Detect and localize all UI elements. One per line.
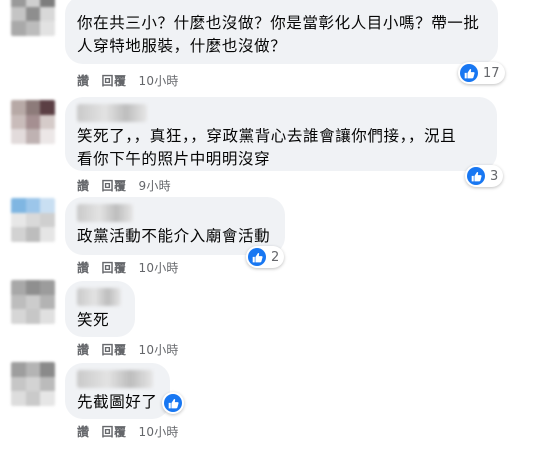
comment-text: 你在共三小？什麼也沒做？你是當彰化人目小嗎？帶一批 人穿特地服裝，什麼也沒做？ [77,14,480,55]
comment-bubble: 你在共三小？什麼也沒做？你是當彰化人目小嗎？帶一批 人穿特地服裝，什麼也沒做？ [65,0,498,64]
avatar[interactable] [11,198,55,242]
comment-thread: 你在共三小？什麼也沒做？你是當彰化人目小嗎？帶一批 人穿特地服裝，什麼也沒做？ … [0,0,560,450]
like-count: 3 [490,168,499,184]
avatar[interactable] [11,362,55,406]
like-button[interactable]: 讚 [77,259,90,276]
comment-actions: 讚 回覆 9小時 [77,177,171,193]
like-button[interactable]: 讚 [77,423,90,440]
comment-actions: 讚 回覆 10小時 [77,72,179,88]
like-thumb-icon [248,248,266,266]
like-thumb-icon [164,394,182,412]
commenter-name[interactable] [77,104,147,122]
like-button[interactable]: 讚 [77,177,90,194]
comment-text: 笑死 [77,311,110,329]
comment-actions: 讚 回覆 10小時 [77,259,179,275]
avatar[interactable] [11,0,55,36]
reply-button[interactable]: 回覆 [102,72,127,89]
comment-text: 先截圖好了 [77,393,158,411]
avatar[interactable] [11,100,55,144]
like-button[interactable]: 讚 [77,341,90,358]
avatar[interactable] [11,280,55,324]
timestamp[interactable]: 10小時 [139,423,179,440]
like-thumb-icon [460,64,478,82]
like-count: 17 [483,65,500,81]
reaction-summary[interactable]: 17 [458,62,505,84]
comment-text: 政黨活動不能介入廟會活動 [77,227,271,245]
timestamp[interactable]: 10小時 [139,341,179,358]
commenter-name[interactable] [77,204,133,222]
like-count: 2 [271,249,280,265]
comment-actions: 讚 回覆 10小時 [77,423,179,439]
timestamp[interactable]: 9小時 [139,177,171,194]
reply-button[interactable]: 回覆 [102,423,127,440]
timestamp[interactable]: 10小時 [139,72,179,89]
commenter-name[interactable] [77,370,153,388]
like-button[interactable]: 讚 [77,72,90,89]
timestamp[interactable]: 10小時 [139,259,179,276]
reaction-summary[interactable]: 3 [465,165,504,187]
reply-button[interactable]: 回覆 [102,341,127,358]
reaction-summary[interactable] [162,392,184,414]
reply-button[interactable]: 回覆 [102,177,127,194]
reaction-summary[interactable]: 2 [246,246,285,268]
comment-bubble: 笑死了，，真狂，，穿政黨背心去誰會讓你們接，，況且 看你下午的照片中明明沒穿 [65,97,497,171]
comment-actions: 讚 回覆 10小時 [77,341,179,357]
commenter-name[interactable] [77,288,121,306]
comment-text: 笑死了，，真狂，，穿政黨背心去誰會讓你們接，，況且 看你下午的照片中明明沒穿 [77,127,457,168]
like-thumb-icon [467,167,485,185]
reply-button[interactable]: 回覆 [102,259,127,276]
comment-bubble: 笑死 [65,281,135,337]
comment-bubble: 先截圖好了 [65,363,170,419]
